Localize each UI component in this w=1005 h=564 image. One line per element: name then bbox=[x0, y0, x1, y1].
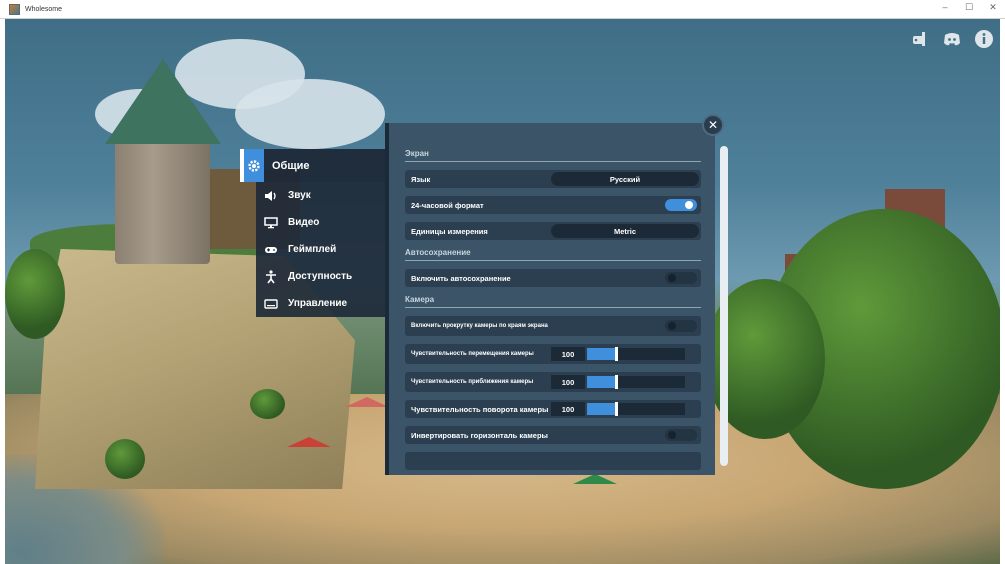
setting-label: Чувствительность поворота камеры bbox=[411, 404, 549, 414]
autosave-toggle[interactable] bbox=[665, 272, 697, 284]
close-window-button[interactable]: ✕ bbox=[987, 2, 999, 13]
monitor-icon bbox=[262, 214, 280, 232]
setting-edge-scroll: Включить прокрутку камеры по краям экран… bbox=[405, 316, 701, 336]
window-title: Wholesome bbox=[25, 5, 62, 13]
cloud bbox=[235, 79, 385, 149]
setting-camera-rotate: Чувствительность поворота камеры 100 bbox=[405, 400, 701, 418]
tab-label: Общие bbox=[272, 159, 310, 172]
invert-horizontal-toggle[interactable] bbox=[665, 429, 697, 441]
section-autosave: Автосохранение bbox=[405, 248, 701, 261]
window-frame-right bbox=[1000, 19, 1005, 564]
window-titlebar: Wholesome – ☐ ✕ bbox=[0, 0, 1005, 19]
settings-panel: Экран Язык Русский 24-часовой формат Еди… bbox=[385, 123, 715, 475]
slider-fill bbox=[587, 376, 617, 388]
settings-scrollbar[interactable] bbox=[720, 146, 728, 466]
camera-zoom-slider[interactable]: 100 bbox=[551, 375, 687, 389]
beach-umbrella bbox=[573, 474, 617, 484]
slider-track[interactable] bbox=[587, 347, 685, 361]
slider-value: 100 bbox=[551, 347, 585, 361]
tree bbox=[105, 439, 145, 479]
tab-controls[interactable]: Управление bbox=[256, 290, 388, 317]
section-camera: Камера bbox=[405, 295, 701, 308]
speaker-icon bbox=[262, 187, 280, 205]
camera-pan-slider[interactable]: 100 bbox=[551, 347, 687, 361]
window-controls: – ☐ ✕ bbox=[939, 2, 999, 13]
tab-label: Доступность bbox=[288, 271, 353, 282]
lighthouse-tower bbox=[115, 139, 210, 264]
setting-language: Язык Русский bbox=[405, 170, 701, 188]
tab-accessibility[interactable]: Доступность bbox=[256, 263, 388, 290]
setting-24h-clock: 24-часовой формат bbox=[405, 196, 701, 214]
toggle-knob bbox=[668, 322, 676, 330]
setting-camera-pan: Чувствительность перемещения камеры 100 bbox=[405, 344, 701, 364]
top-icons bbox=[909, 28, 995, 50]
tab-label: Звук bbox=[288, 190, 311, 201]
setting-label: Чувствительность приближения камеры bbox=[411, 378, 534, 385]
slider-track[interactable] bbox=[587, 402, 685, 416]
close-settings-button[interactable]: ✕ bbox=[702, 114, 724, 136]
slider-fill bbox=[587, 348, 617, 360]
keyboard-icon bbox=[262, 295, 280, 313]
slider-fill bbox=[587, 403, 617, 415]
tab-video[interactable]: Видео bbox=[256, 209, 388, 236]
beach-umbrella bbox=[287, 437, 331, 447]
tab-gameplay[interactable]: Геймплей bbox=[256, 236, 388, 263]
setting-label: Включить прокрутку камеры по краям экран… bbox=[411, 322, 548, 329]
setting-next-partial bbox=[405, 452, 701, 470]
minimize-button[interactable]: – bbox=[939, 2, 951, 13]
tower-roof bbox=[105, 59, 221, 144]
slider-value: 100 bbox=[551, 375, 585, 389]
language-select[interactable]: Русский bbox=[551, 172, 699, 186]
setting-label: Единицы измерения bbox=[411, 226, 488, 236]
setting-label: Инвертировать горизонталь камеры bbox=[411, 430, 548, 440]
edge-scroll-toggle[interactable] bbox=[665, 320, 697, 332]
slider-thumb[interactable] bbox=[615, 347, 619, 361]
close-icon: ✕ bbox=[707, 118, 719, 132]
setting-label: Язык bbox=[411, 174, 431, 184]
slider-thumb[interactable] bbox=[615, 375, 619, 389]
gear-icon bbox=[240, 149, 264, 182]
slider-value: 100 bbox=[551, 402, 585, 416]
toggle-knob bbox=[668, 431, 676, 439]
game-controller-icon[interactable] bbox=[909, 28, 931, 50]
slider-thumb[interactable] bbox=[615, 402, 619, 416]
toggle-knob bbox=[685, 201, 693, 209]
clock-toggle[interactable] bbox=[665, 199, 697, 211]
maximize-button[interactable]: ☐ bbox=[963, 2, 975, 13]
app-icon bbox=[9, 3, 20, 15]
toggle-knob bbox=[668, 274, 676, 282]
setting-camera-zoom: Чувствительность приближения камеры 100 bbox=[405, 372, 701, 392]
tab-sound[interactable]: Звук bbox=[256, 182, 388, 209]
discord-icon[interactable] bbox=[941, 28, 963, 50]
tree bbox=[250, 389, 285, 419]
beach-umbrella bbox=[345, 397, 389, 407]
units-select[interactable]: Metric bbox=[551, 224, 699, 238]
setting-invert-horizontal: Инвертировать горизонталь камеры bbox=[405, 426, 701, 444]
setting-label: Включить автосохранение bbox=[411, 273, 511, 283]
tree bbox=[5, 249, 65, 339]
tab-label: Геймплей bbox=[288, 244, 337, 255]
tab-label: Управление bbox=[288, 298, 348, 309]
accessibility-icon bbox=[262, 268, 280, 286]
tab-label: Видео bbox=[288, 217, 320, 228]
info-icon[interactable] bbox=[973, 28, 995, 50]
camera-rotate-slider[interactable]: 100 bbox=[551, 402, 687, 416]
slider-track[interactable] bbox=[587, 375, 685, 389]
setting-autosave: Включить автосохранение bbox=[405, 269, 701, 287]
setting-label: 24-часовой формат bbox=[411, 200, 484, 210]
setting-label: Чувствительность перемещения камеры bbox=[411, 350, 534, 357]
section-screen: Экран bbox=[405, 149, 701, 162]
tab-general[interactable]: Общие bbox=[240, 149, 388, 182]
gamepad-icon bbox=[262, 241, 280, 259]
setting-units: Единицы измерения Metric bbox=[405, 222, 701, 240]
